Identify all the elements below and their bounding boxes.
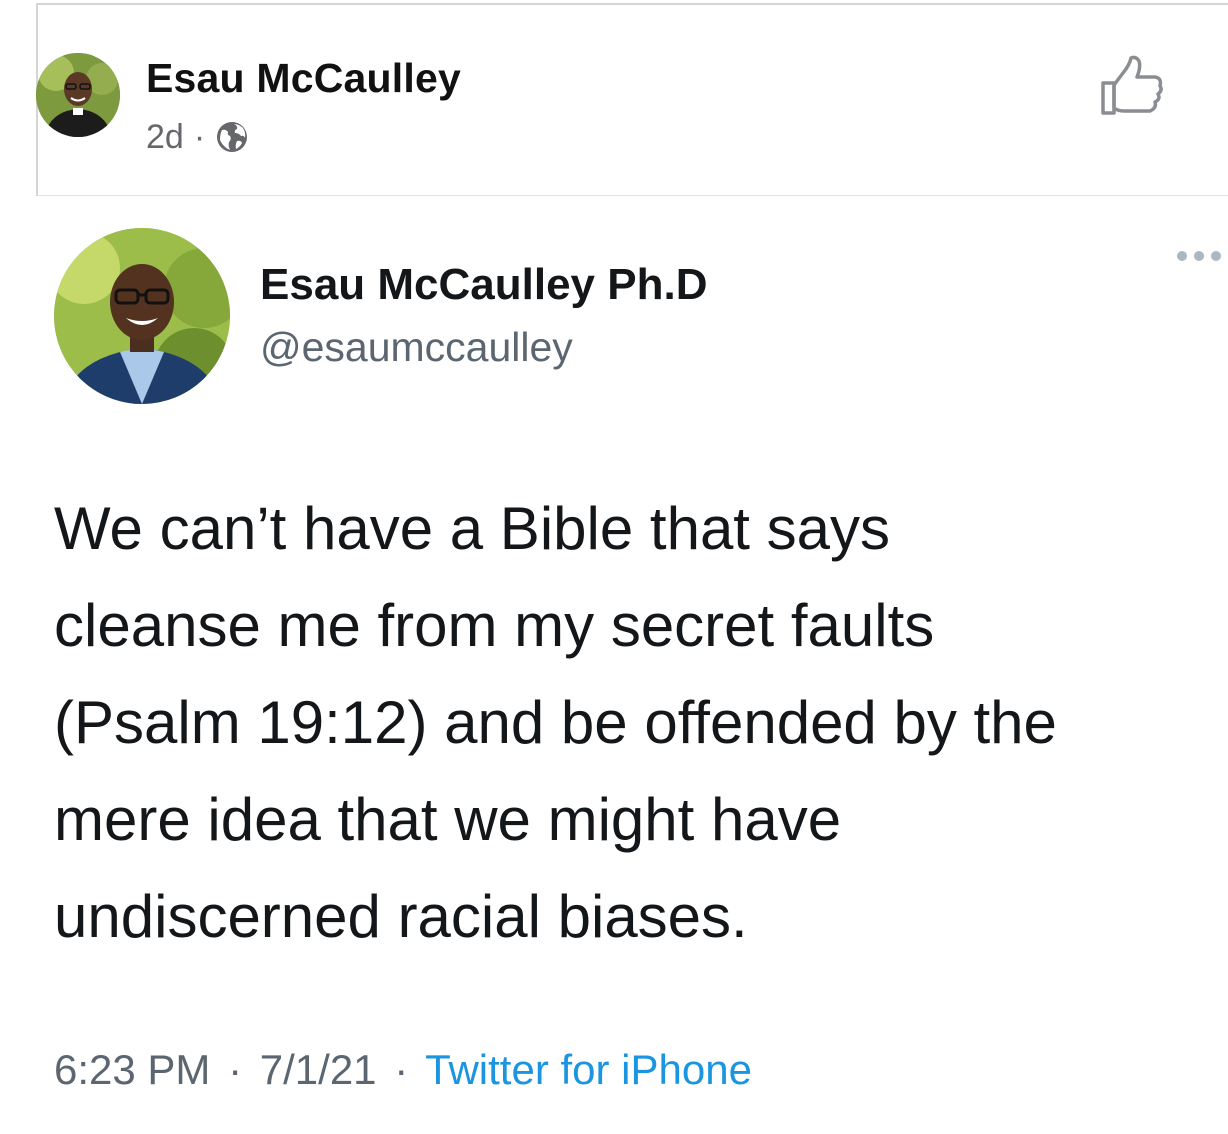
facebook-author-name[interactable]: Esau McCaulley bbox=[146, 55, 461, 102]
tweet-text-line: cleanse me from my secret faults bbox=[54, 592, 935, 659]
tweet-date[interactable]: 7/1/21 bbox=[260, 1046, 377, 1093]
tweet-display-name[interactable]: Esau McCaulley Ph.D bbox=[260, 260, 707, 310]
footer-separator: · bbox=[394, 1046, 409, 1093]
screenshot-page: Esau McCaulley 2d · Esau McCaulley Ph.D … bbox=[0, 0, 1228, 1134]
facebook-post-meta: 2d · bbox=[146, 117, 249, 157]
tweet-text-line: mere idea that we might have bbox=[54, 786, 842, 853]
avatar-photo-icon bbox=[54, 228, 230, 404]
tweet-text-line: (Psalm 19:12) and be offended by the bbox=[54, 689, 1057, 756]
tweet-source-link[interactable]: Twitter for iPhone bbox=[425, 1046, 752, 1093]
facebook-author-avatar[interactable] bbox=[36, 53, 120, 137]
tweet-text-line: We can’t have a Bible that says bbox=[54, 495, 891, 562]
thumbs-up-icon[interactable] bbox=[1100, 55, 1164, 117]
footer-separator: · bbox=[228, 1046, 243, 1093]
globe-icon[interactable] bbox=[215, 120, 249, 154]
tweet-handle[interactable]: @esaumccaulley bbox=[260, 324, 573, 371]
tweet-text: We can’t have a Bible that says cleanse … bbox=[54, 480, 1226, 965]
tweet-author-avatar[interactable] bbox=[54, 228, 230, 404]
tweet-footer: 6:23 PM · 7/1/21 · Twitter for iPhone bbox=[54, 1046, 752, 1094]
tweet-text-line: undiscerned racial biases. bbox=[54, 883, 748, 950]
meta-separator: · bbox=[193, 117, 206, 156]
avatar-photo-icon bbox=[36, 53, 120, 137]
tweet-time[interactable]: 6:23 PM bbox=[54, 1046, 210, 1093]
post-age[interactable]: 2d bbox=[146, 118, 184, 157]
more-dots-icon[interactable] bbox=[1172, 246, 1226, 266]
